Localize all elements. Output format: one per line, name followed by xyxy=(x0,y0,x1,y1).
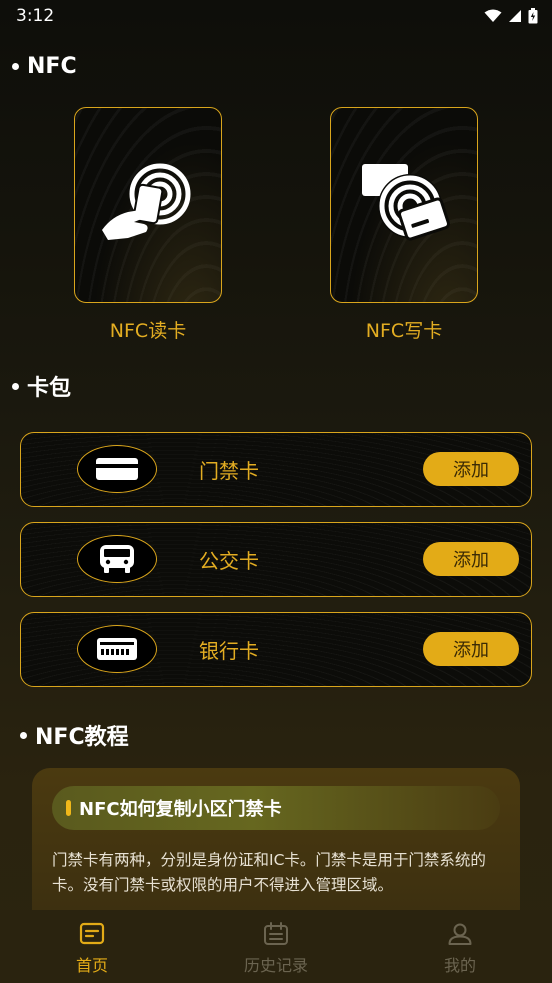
section-title-text: 卡包 xyxy=(27,376,72,401)
wallet-item-name: 银行卡 xyxy=(199,639,259,663)
access-card-icon-wrap xyxy=(77,445,157,493)
nav-item-history[interactable]: 历史记录 xyxy=(184,910,368,983)
section-title-nfc: NFC xyxy=(12,54,77,79)
status-bar: 3:12 xyxy=(0,0,552,32)
home-icon xyxy=(79,922,105,945)
bullet xyxy=(12,63,19,70)
nfc-read-icon xyxy=(102,163,191,240)
wallet-item-name: 公交卡 xyxy=(199,549,259,573)
wifi-icon xyxy=(484,9,502,22)
access-card-icon xyxy=(96,458,138,480)
bank-card-icon xyxy=(97,638,137,660)
nfc-read-card[interactable] xyxy=(74,107,222,303)
calendar-icon xyxy=(264,922,288,945)
nav-label-history: 历史记录 xyxy=(243,956,308,975)
add-bus-card-button[interactable]: 添加 xyxy=(423,542,519,576)
bullet xyxy=(12,382,19,390)
nav-item-home[interactable]: 首页 xyxy=(0,910,184,983)
section-title-wallet: 卡包 xyxy=(12,370,71,402)
nfc-write-icon xyxy=(362,164,451,241)
tutorial-card[interactable]: NFC如何复制小区门禁卡 门禁卡有两种，分别是身份证和IC卡。门禁卡是用于门禁系… xyxy=(32,768,520,910)
title-marker xyxy=(66,800,71,816)
wallet-item-name: 门禁卡 xyxy=(199,459,259,483)
section-title-tutorial: NFC教程 xyxy=(20,719,129,751)
add-access-card-button[interactable]: 添加 xyxy=(423,452,519,486)
nfc-write-card[interactable] xyxy=(330,107,478,303)
tutorial-body: 门禁卡有两种，分别是身份证和IC卡。门禁卡是用于门禁系统的卡。没有门禁卡或权限的… xyxy=(52,851,486,894)
signal-icon xyxy=(509,10,521,22)
section-title-text: NFC xyxy=(27,54,77,79)
tutorial-title-bar: NFC如何复制小区门禁卡 xyxy=(52,786,500,830)
section-title-text: NFC教程 xyxy=(35,725,129,750)
wallet-item-access-card[interactable]: 门禁卡 添加 xyxy=(20,432,532,507)
nav-item-profile[interactable]: 我的 xyxy=(368,910,552,983)
nfc-write-label[interactable]: NFC写卡 xyxy=(330,316,478,343)
bus-icon xyxy=(100,545,134,573)
nfc-read-label[interactable]: NFC读卡 xyxy=(74,316,222,343)
bus-icon-wrap xyxy=(77,535,157,583)
status-time: 3:12 xyxy=(16,6,55,26)
nav-label-home: 首页 xyxy=(75,956,108,975)
bullet xyxy=(20,731,27,739)
nav-label-profile: 我的 xyxy=(443,956,476,975)
wallet-item-bank-card[interactable]: 银行卡 添加 xyxy=(20,612,532,687)
bottom-nav: 首页 历史记录 我的 xyxy=(0,910,552,983)
bank-card-icon-wrap xyxy=(77,625,157,673)
battery-icon xyxy=(528,8,538,24)
tutorial-title: NFC如何复制小区门禁卡 xyxy=(79,799,282,820)
add-bank-card-button[interactable]: 添加 xyxy=(423,632,519,666)
profile-icon xyxy=(448,923,472,945)
wallet-item-bus-card[interactable]: 公交卡 添加 xyxy=(20,522,532,597)
status-icons xyxy=(484,8,538,24)
